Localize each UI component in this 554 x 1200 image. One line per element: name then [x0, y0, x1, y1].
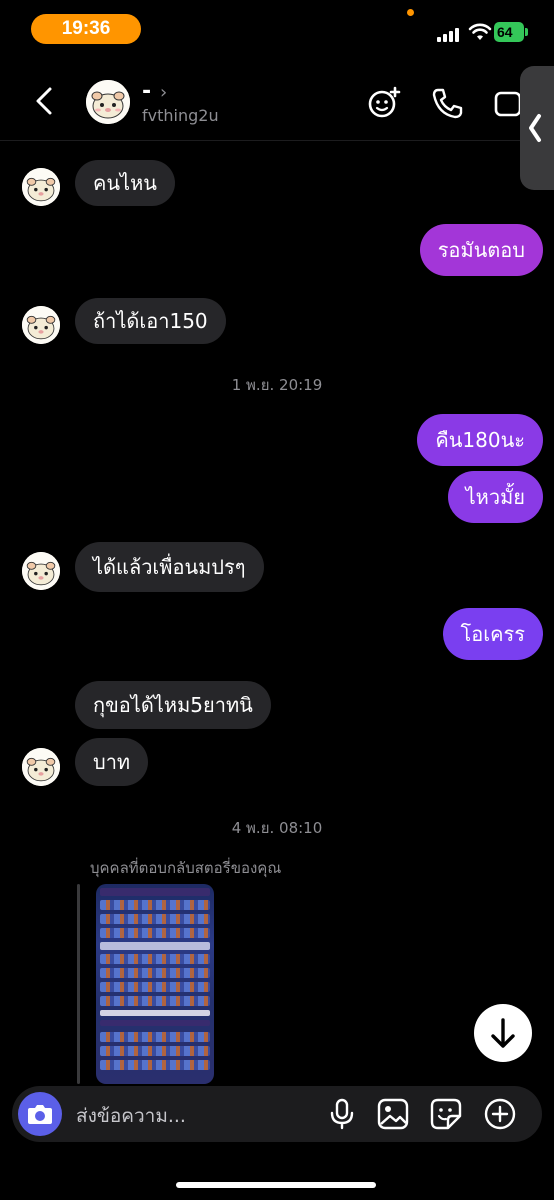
message-incoming[interactable]: กุขอได้ไหม5ยาทนิ — [75, 681, 271, 729]
story-thumbnail[interactable] — [96, 884, 214, 1084]
message-outgoing[interactable]: โอเครร — [442, 608, 543, 660]
timestamp: 4 พ.ย. 08:10 — [231, 819, 323, 837]
scroll-to-bottom-button[interactable] — [474, 1004, 532, 1062]
video-chat-icon[interactable] — [366, 86, 402, 120]
message-composer: ส่งข้อความ... — [12, 1086, 542, 1142]
chevron-left-icon — [529, 114, 541, 142]
story-reply-label: บุคคลที่ตอบกลับสตอรี่ของคุณ — [90, 859, 282, 877]
back-icon[interactable] — [30, 84, 60, 118]
chat-header: - › fvthing2u — [0, 60, 554, 141]
message-outgoing[interactable]: ไหวมั้ย — [447, 471, 543, 523]
contact-avatar[interactable] — [22, 748, 60, 786]
microphone-icon[interactable] — [326, 1098, 358, 1130]
camera-icon — [28, 1105, 52, 1124]
message-incoming[interactable]: ได้แล้วเพื่อนมปรๆ — [75, 542, 264, 592]
arrow-down-icon — [491, 1018, 515, 1048]
contact-avatar[interactable] — [22, 552, 60, 590]
home-indicator — [176, 1182, 376, 1188]
hamster-avatar-icon — [22, 552, 60, 590]
message-incoming[interactable]: คนไหน — [75, 160, 175, 206]
signal-icon — [437, 26, 463, 42]
hamster-avatar-icon — [22, 168, 60, 206]
phone-icon[interactable] — [430, 86, 466, 120]
battery-level: 64 — [497, 24, 513, 40]
timestamp: 1 พ.ย. 20:19 — [231, 376, 323, 394]
battery-indicator: 64 — [494, 22, 524, 42]
plus-icon[interactable] — [484, 1098, 516, 1130]
hamster-avatar-icon — [86, 80, 130, 124]
wifi-icon — [468, 23, 492, 40]
message-outgoing[interactable]: รอมันตอบ — [419, 224, 543, 276]
contact-avatar[interactable] — [22, 306, 60, 344]
sticker-icon[interactable] — [430, 1098, 462, 1130]
hamster-avatar-icon — [22, 306, 60, 344]
chevron-right-icon[interactable]: › — [160, 82, 167, 103]
message-incoming[interactable]: บาท — [75, 738, 149, 786]
message-incoming[interactable]: ถ้าได้เอา150 — [75, 298, 226, 344]
camera-button[interactable] — [18, 1092, 62, 1136]
contact-username[interactable]: fvthing2u — [142, 106, 219, 125]
side-panel-handle[interactable] — [520, 66, 554, 190]
hamster-avatar-icon — [22, 748, 60, 786]
message-input[interactable]: ส่งข้อความ... — [76, 1101, 186, 1131]
battery-tip — [525, 28, 528, 36]
status-bar: 19:36 64 — [0, 0, 554, 60]
gallery-icon[interactable] — [377, 1098, 409, 1130]
avatar[interactable] — [86, 80, 130, 124]
story-reply-quote-bar — [77, 884, 80, 1084]
status-time: 19:36 — [31, 14, 141, 44]
contact-avatar[interactable] — [22, 168, 60, 206]
message-outgoing[interactable]: คืน180นะ — [417, 414, 543, 466]
recording-indicator — [407, 9, 414, 16]
contact-name[interactable]: - — [142, 79, 151, 104]
